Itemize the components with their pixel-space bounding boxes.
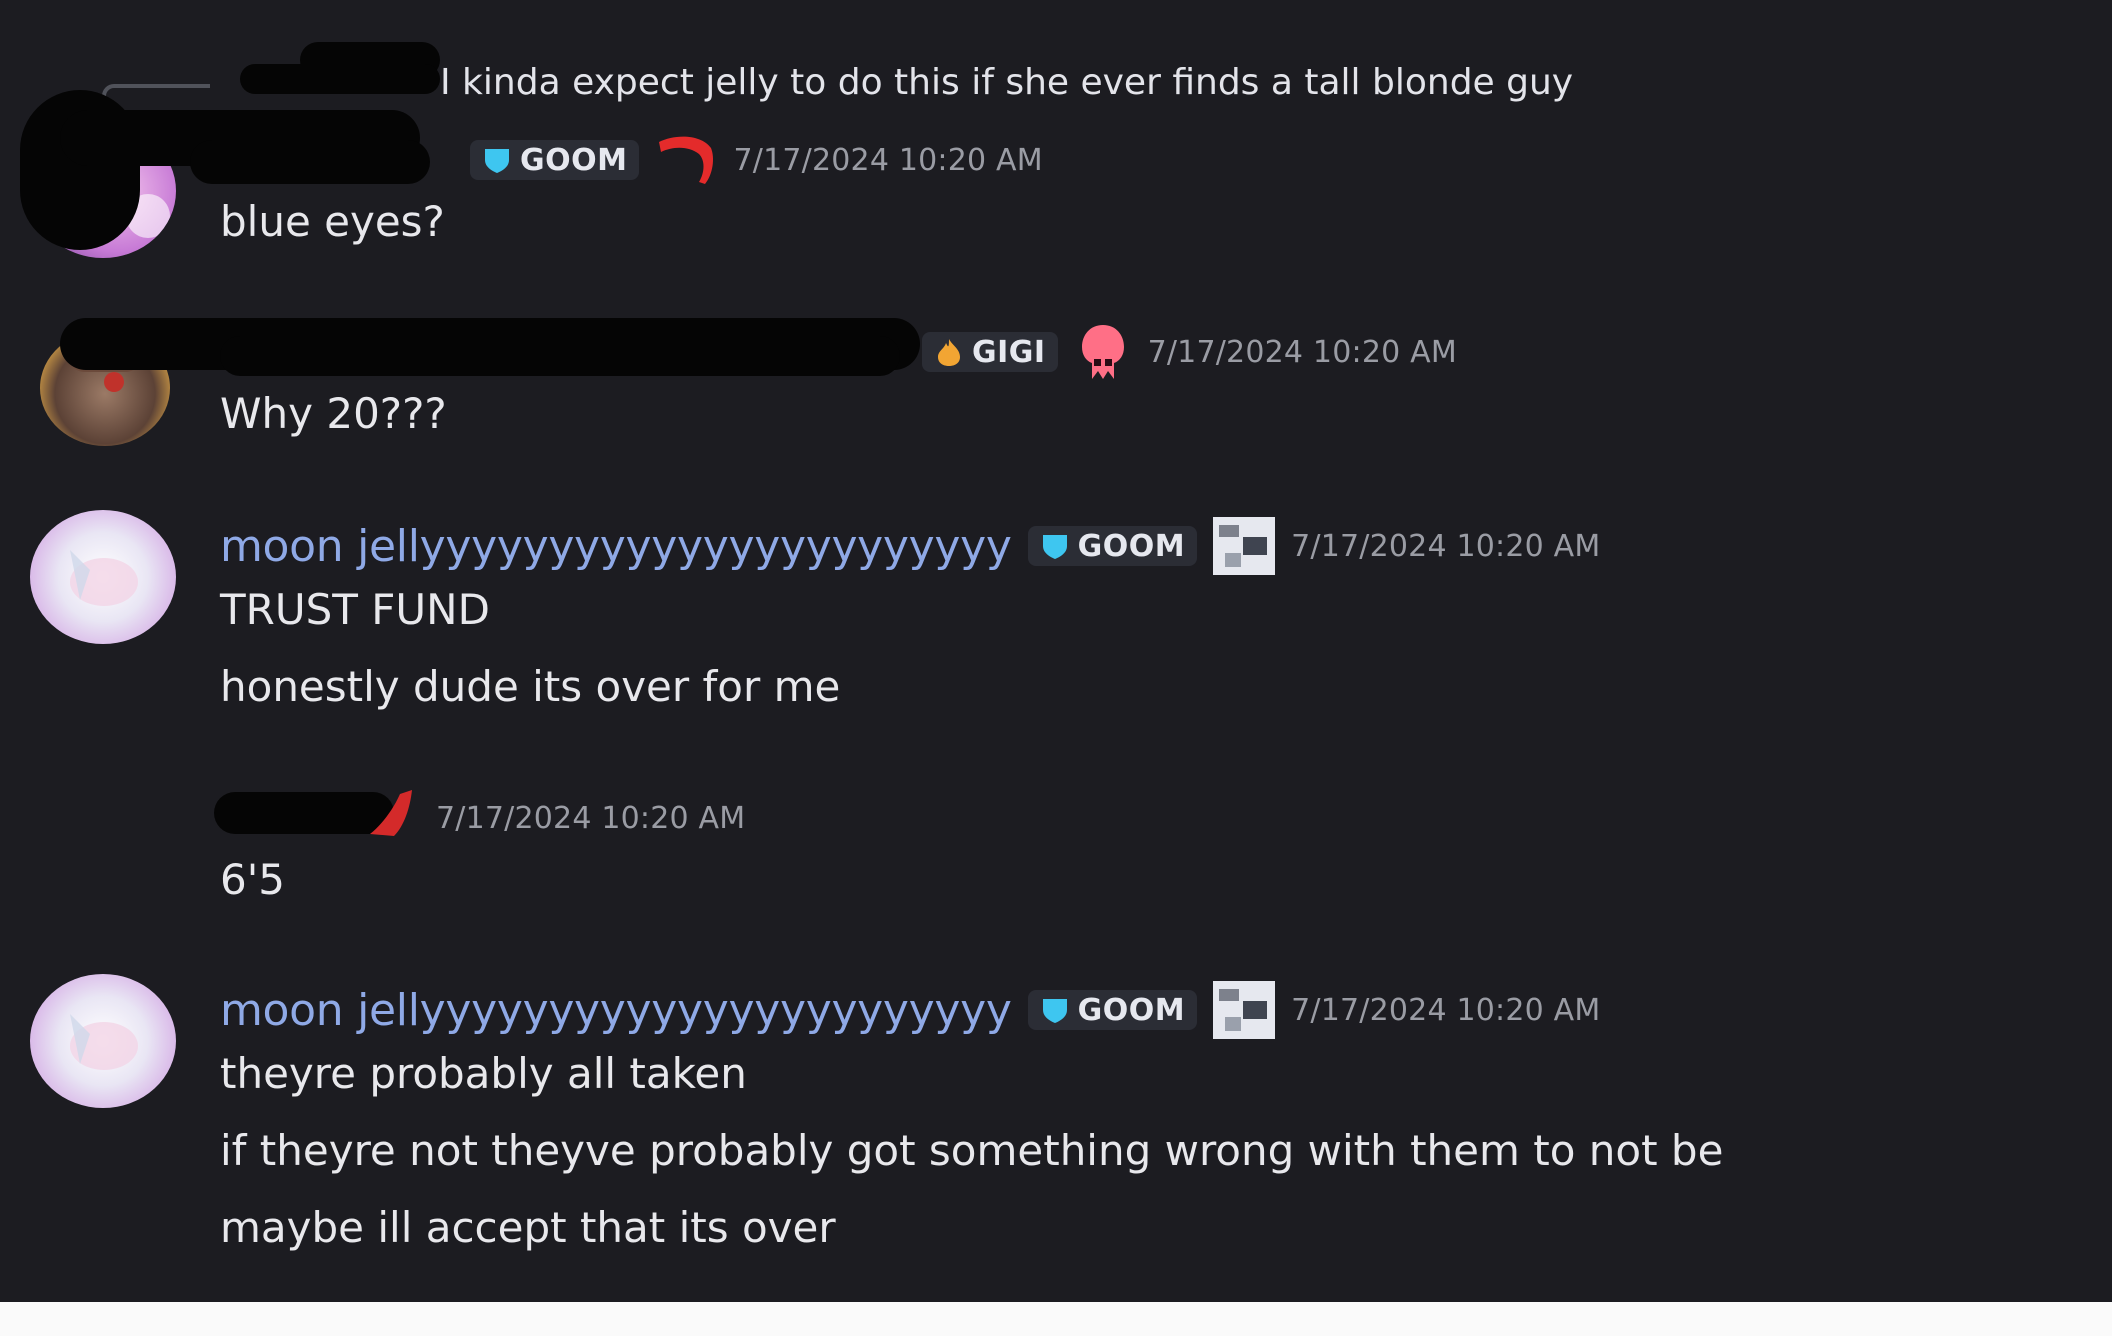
role-tag[interactable]: GIGI [922, 332, 1058, 372]
redaction-mark [190, 140, 430, 184]
message-text: if theyre not theyve probably got someth… [220, 1126, 1724, 1175]
role-tag[interactable]: GOOM [470, 140, 640, 180]
flame-icon [938, 339, 960, 366]
pink-squid-icon [1081, 325, 1124, 379]
username[interactable]: moon jellyyyyyyyyyyyyyyyyyyyyyyy [220, 521, 1012, 572]
message-text: honestly dude its over for me [220, 662, 841, 711]
message-header: GIGI 7/17/2024 10:20 AM [922, 322, 1457, 382]
avatar[interactable] [30, 510, 176, 644]
avatar-image [70, 1014, 138, 1070]
chat-panel: I kinda expect jelly to do this if she e… [0, 0, 2112, 1302]
shield-heart-icon [1042, 999, 1067, 1023]
message-timestamp[interactable]: 7/17/2024 10:20 AM [1291, 993, 1600, 1028]
red-ribbon-icon [370, 790, 412, 836]
message-header: moon jellyyyyyyyyyyyyyyyyyyyyyyy GOOM 7/… [220, 980, 1600, 1040]
message-text: Why 20??? [220, 389, 447, 438]
message-timestamp[interactable]: 7/17/2024 10:20 AM [1291, 529, 1600, 564]
message-timestamp[interactable]: 7/17/2024 10:20 AM [436, 801, 745, 836]
reply-preview-text[interactable]: I kinda expect jelly to do this if she e… [440, 62, 1573, 103]
message-text: 6'5 [220, 855, 285, 904]
role-tag[interactable]: GOOM [1027, 526, 1198, 566]
avatar-image [70, 550, 138, 606]
message-header: GOOM 7/17/2024 10:20 AM [470, 130, 1043, 190]
message-text: TRUST FUND [220, 585, 490, 634]
avatar[interactable] [30, 974, 176, 1108]
redaction-mark [240, 64, 440, 94]
red-ribbon-icon [659, 136, 714, 184]
pixel-art-icon [1213, 517, 1276, 575]
message-text: theyre probably all taken [220, 1049, 747, 1098]
pixel-art-icon [1213, 981, 1276, 1039]
message-timestamp[interactable]: 7/17/2024 10:20 AM [1148, 335, 1457, 370]
message-text: blue eyes? [220, 197, 445, 246]
redaction-mark [220, 336, 900, 376]
message-timestamp[interactable]: 7/17/2024 10:20 AM [733, 143, 1042, 178]
role-tag-label: GIGI [972, 334, 1046, 370]
message-text: maybe ill accept that its over [220, 1203, 836, 1252]
shield-heart-icon [485, 149, 509, 173]
message-header: 7/17/2024 10:20 AM [436, 788, 745, 848]
role-tag-label: GOOM [1077, 528, 1186, 564]
role-tag-label: GOOM [520, 142, 628, 178]
message-header: moon jellyyyyyyyyyyyyyyyyyyyyyyy GOOM 7/… [220, 516, 1600, 576]
username[interactable]: moon jellyyyyyyyyyyyyyyyyyyyyyyy [220, 985, 1012, 1036]
image-border [0, 1302, 2112, 1336]
role-tag[interactable]: GOOM [1027, 990, 1198, 1030]
shield-heart-icon [1042, 535, 1067, 559]
role-tag-label: GOOM [1077, 992, 1186, 1028]
